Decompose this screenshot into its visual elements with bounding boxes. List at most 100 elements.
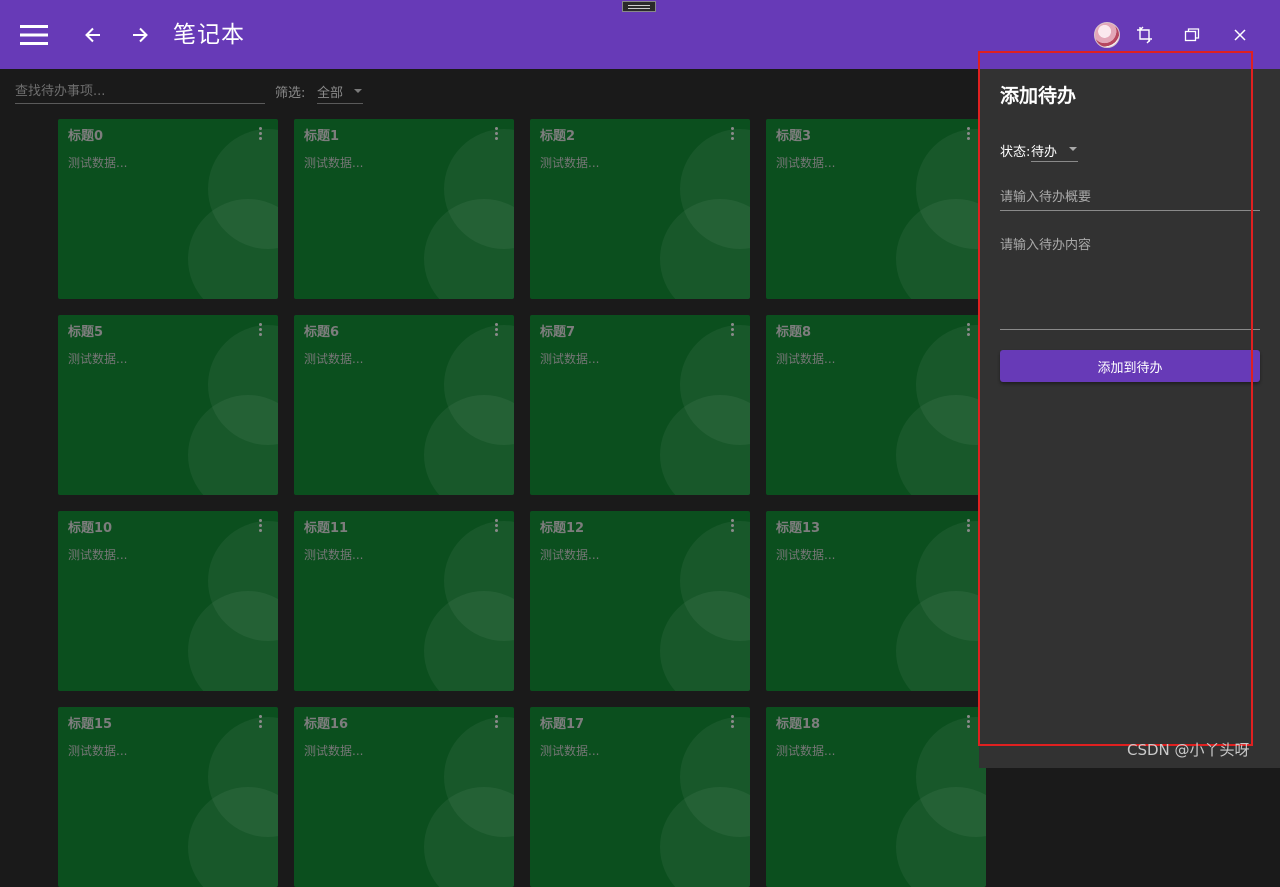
todo-card[interactable]: 标题7 测试数据... xyxy=(530,315,750,495)
todo-card[interactable]: 标题8 测试数据... xyxy=(766,315,986,495)
card-title: 标题0 xyxy=(68,129,104,144)
card-title: 标题11 xyxy=(304,521,349,536)
card-title: 标题8 xyxy=(776,325,812,340)
forward-button[interactable] xyxy=(125,20,155,50)
chevron-down-icon xyxy=(1069,147,1077,151)
card-decoration xyxy=(424,395,514,495)
maximize-button[interactable] xyxy=(1178,22,1206,48)
card-body: 测试数据... xyxy=(540,548,600,562)
card-body: 测试数据... xyxy=(540,156,600,170)
todo-card[interactable]: 标题15 测试数据... xyxy=(58,707,278,887)
todo-card[interactable]: 标题2 测试数据... xyxy=(530,119,750,299)
card-body: 测试数据... xyxy=(776,352,836,366)
card-body: 测试数据... xyxy=(304,156,364,170)
watermark: CSDN @小丫头呀 xyxy=(1127,741,1250,759)
card-decoration xyxy=(188,787,278,887)
todo-card[interactable]: 标题1 测试数据... xyxy=(294,119,514,299)
summary-input[interactable] xyxy=(1000,186,1260,209)
card-title: 标题2 xyxy=(540,129,576,144)
summary-field[interactable] xyxy=(1000,186,1260,211)
more-vert-icon[interactable] xyxy=(962,321,974,337)
menu-icon xyxy=(20,25,48,45)
card-title: 标题17 xyxy=(540,717,585,732)
arrow-left-icon xyxy=(85,27,100,43)
more-vert-icon[interactable] xyxy=(254,517,266,533)
card-decoration xyxy=(896,199,986,299)
todo-card[interactable]: 标题17 测试数据... xyxy=(530,707,750,887)
todo-card[interactable]: 标题16 测试数据... xyxy=(294,707,514,887)
card-title: 标题1 xyxy=(304,129,340,144)
card-body: 测试数据... xyxy=(304,744,364,758)
more-vert-icon[interactable] xyxy=(962,517,974,533)
search-input[interactable] xyxy=(15,80,265,103)
more-vert-icon[interactable] xyxy=(726,713,738,729)
more-vert-icon[interactable] xyxy=(726,321,738,337)
theme-toggle-icon xyxy=(1137,26,1152,44)
drawer-title: 添加待办 xyxy=(1000,85,1077,107)
card-title: 标题18 xyxy=(776,717,821,732)
more-vert-icon[interactable] xyxy=(254,125,266,141)
chevron-down-icon xyxy=(354,89,362,93)
todo-card[interactable]: 标题12 测试数据... xyxy=(530,511,750,691)
todo-card[interactable]: 标题11 测试数据... xyxy=(294,511,514,691)
card-body: 测试数据... xyxy=(304,352,364,366)
menu-button[interactable] xyxy=(16,20,52,50)
content-textarea[interactable] xyxy=(1000,234,1260,324)
card-body: 测试数据... xyxy=(776,548,836,562)
theme-toggle-button[interactable] xyxy=(1131,22,1159,48)
drag-handle[interactable] xyxy=(622,1,656,12)
todo-card[interactable]: 标题5 测试数据... xyxy=(58,315,278,495)
card-decoration xyxy=(424,199,514,299)
card-body: 测试数据... xyxy=(776,744,836,758)
todo-card[interactable]: 标题6 测试数据... xyxy=(294,315,514,495)
add-todo-drawer: 添加待办 状态: 待办 添加到待办 xyxy=(979,69,1280,768)
arrow-right-icon xyxy=(133,27,148,43)
more-vert-icon[interactable] xyxy=(490,125,502,141)
card-decoration xyxy=(188,199,278,299)
avatar[interactable] xyxy=(1094,22,1120,48)
card-title: 标题12 xyxy=(540,521,585,536)
todo-card[interactable]: 标题13 测试数据... xyxy=(766,511,986,691)
more-vert-icon[interactable] xyxy=(962,713,974,729)
app-title: 笔记本 xyxy=(173,22,245,48)
filter-select[interactable]: 全部 xyxy=(317,80,363,104)
more-vert-icon[interactable] xyxy=(726,125,738,141)
card-title: 标题5 xyxy=(68,325,104,340)
todo-card[interactable]: 标题3 测试数据... xyxy=(766,119,986,299)
card-decoration xyxy=(660,199,750,299)
todo-card[interactable]: 标题0 测试数据... xyxy=(58,119,278,299)
card-decoration xyxy=(660,591,750,691)
more-vert-icon[interactable] xyxy=(490,321,502,337)
more-vert-icon[interactable] xyxy=(490,517,502,533)
card-body: 测试数据... xyxy=(68,744,128,758)
card-title: 标题15 xyxy=(68,717,113,732)
card-body: 测试数据... xyxy=(776,156,836,170)
card-title: 标题6 xyxy=(304,325,340,340)
more-vert-icon[interactable] xyxy=(490,713,502,729)
status-select[interactable]: 待办 xyxy=(1031,139,1078,162)
more-vert-icon[interactable] xyxy=(254,713,266,729)
card-decoration xyxy=(660,787,750,887)
more-vert-icon[interactable] xyxy=(254,321,266,337)
card-decoration xyxy=(424,591,514,691)
more-vert-icon[interactable] xyxy=(962,125,974,141)
close-icon xyxy=(1234,29,1246,41)
more-vert-icon[interactable] xyxy=(726,517,738,533)
maximize-icon xyxy=(1184,28,1200,42)
card-decoration xyxy=(660,395,750,495)
filter-label: 筛选: xyxy=(275,86,306,101)
card-decoration xyxy=(188,591,278,691)
card-body: 测试数据... xyxy=(68,548,128,562)
todo-card[interactable]: 标题10 测试数据... xyxy=(58,511,278,691)
back-button[interactable] xyxy=(78,20,108,50)
content-field[interactable] xyxy=(1000,234,1260,330)
add-to-todo-button[interactable]: 添加到待办 xyxy=(1000,350,1260,382)
status-selected-value: 待办 xyxy=(1031,145,1058,160)
status-label: 状态: xyxy=(1000,145,1031,160)
card-decoration xyxy=(424,787,514,887)
card-body: 测试数据... xyxy=(304,548,364,562)
card-title: 标题16 xyxy=(304,717,349,732)
search-field[interactable] xyxy=(15,80,265,104)
todo-card[interactable]: 标题18 测试数据... xyxy=(766,707,986,887)
close-button[interactable] xyxy=(1226,22,1254,48)
